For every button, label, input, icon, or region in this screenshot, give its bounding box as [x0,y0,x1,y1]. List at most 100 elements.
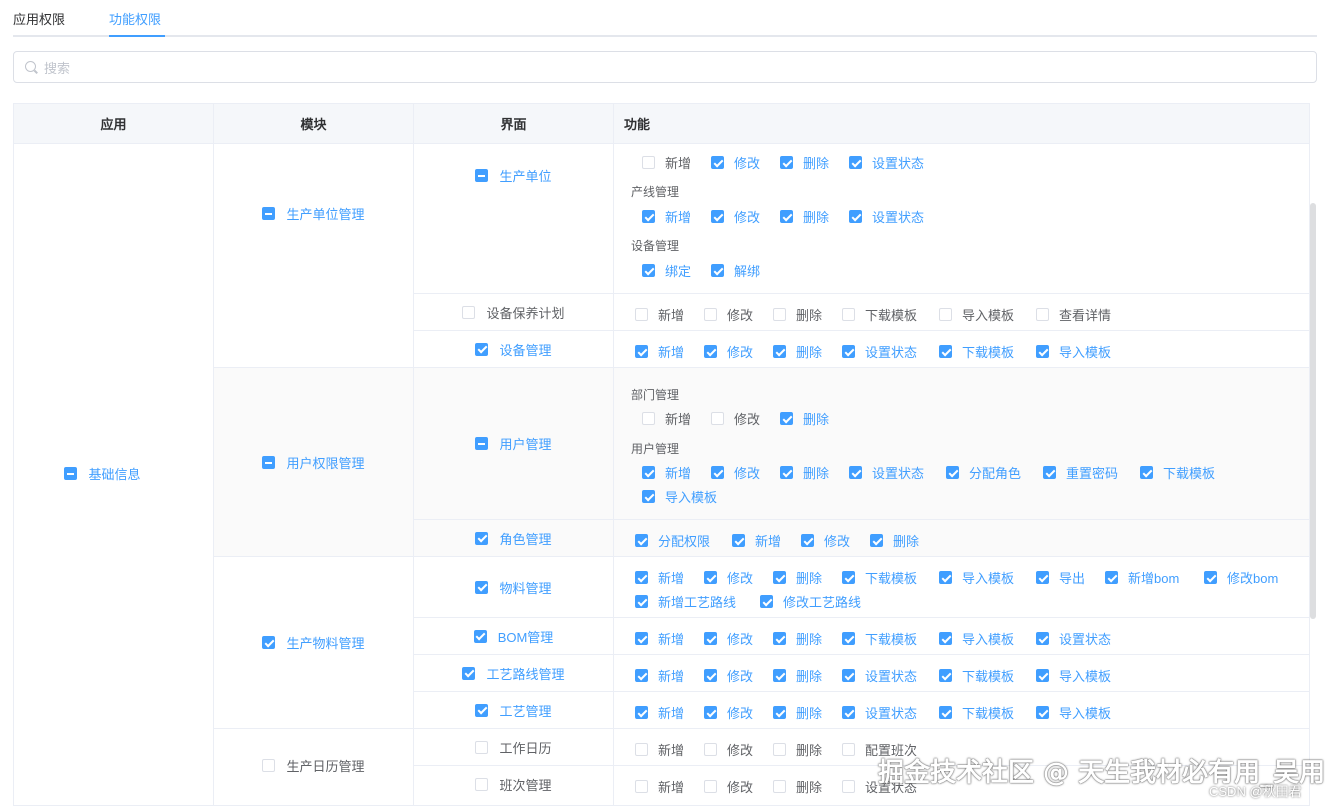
view-node[interactable]: 工作日历 [475,738,552,757]
view-checkbox[interactable] [475,703,489,717]
view-checkbox[interactable] [475,437,489,450]
function-checkbox[interactable] [773,632,786,645]
function-checkbox[interactable] [773,571,786,584]
function-item[interactable]: 分配角色 [946,463,1021,482]
function-item[interactable]: 导入模板 [939,629,1014,648]
search-input[interactable] [44,58,1304,78]
function-item[interactable]: 下载模板 [842,305,917,324]
function-item[interactable]: 导入模板 [939,568,1014,587]
function-checkbox[interactable] [849,210,862,223]
function-checkbox[interactable] [642,466,655,479]
function-checkbox[interactable] [1140,466,1153,479]
view-node[interactable]: 物料管理 [475,578,552,597]
function-checkbox[interactable] [1036,632,1049,645]
view-node[interactable]: 班次管理 [475,775,552,794]
function-checkbox[interactable] [939,571,952,584]
function-item[interactable]: 新增 [635,629,684,648]
function-item[interactable]: 修改 [704,629,753,648]
function-checkbox[interactable] [704,706,717,719]
module-checkbox[interactable] [262,455,276,469]
function-checkbox[interactable] [870,534,883,547]
function-item[interactable]: 新增 [635,666,684,685]
module-node[interactable]: 生产物料管理 [262,633,365,652]
function-checkbox[interactable] [780,156,793,169]
function-item[interactable]: 修改 [711,207,760,226]
function-item[interactable]: 删除 [780,409,829,428]
function-item[interactable]: 新增 [732,531,781,550]
function-checkbox[interactable] [635,669,648,682]
app-checkbox[interactable] [64,467,78,480]
function-item[interactable]: 下载模板 [939,703,1014,722]
function-checkbox[interactable] [635,345,648,358]
function-item[interactable]: 删除 [773,666,822,685]
view-node[interactable]: BOM管理 [473,627,553,646]
function-checkbox[interactable] [939,669,952,682]
view-checkbox[interactable] [475,580,489,594]
view-checkbox[interactable] [462,666,476,680]
tab-function-permission[interactable]: 功能权限 [109,9,161,28]
function-checkbox[interactable] [760,595,773,608]
function-checkbox[interactable] [849,466,862,479]
function-item[interactable]: 新增 [635,568,684,587]
function-item[interactable]: 修改 [704,740,753,759]
view-node[interactable]: 设备保养计划 [462,303,565,322]
function-checkbox[interactable] [773,780,786,793]
function-item[interactable]: 删除 [773,629,822,648]
function-checkbox[interactable] [773,308,786,321]
function-checkbox[interactable] [849,156,862,169]
function-item[interactable]: 修改 [711,409,760,428]
function-item[interactable]: 删除 [870,531,919,550]
view-node[interactable]: 用户管理 [475,434,552,453]
function-checkbox[interactable] [1036,669,1049,682]
function-checkbox[interactable] [773,743,786,756]
function-item[interactable]: 新增 [635,305,684,324]
function-item[interactable]: 新增 [642,153,691,172]
function-item[interactable]: 删除 [780,207,829,226]
function-item[interactable]: 删除 [773,703,822,722]
vertical-scrollbar[interactable] [1310,203,1316,619]
function-checkbox[interactable] [1036,345,1049,358]
function-checkbox[interactable] [939,706,952,719]
view-node[interactable]: 工艺路线管理 [462,664,565,683]
view-node[interactable]: 生产单位 [475,166,552,185]
function-checkbox[interactable] [842,345,855,358]
function-item[interactable]: 删除 [773,740,822,759]
function-item[interactable]: 修改 [704,666,753,685]
function-item[interactable]: 设置状态 [1036,629,1111,648]
function-checkbox[interactable] [642,156,655,169]
function-item[interactable]: 下载模板 [842,568,917,587]
function-item[interactable]: 解绑 [711,261,760,280]
function-item[interactable]: 下载模板 [1140,463,1215,482]
function-checkbox[interactable] [939,632,952,645]
function-item[interactable]: 设置状态 [842,666,917,685]
function-checkbox[interactable] [773,669,786,682]
function-checkbox[interactable] [939,308,952,321]
function-item[interactable]: 新增bom [1105,568,1179,587]
function-checkbox[interactable] [642,264,655,277]
function-item[interactable]: 删除 [773,305,822,324]
function-checkbox[interactable] [780,466,793,479]
function-checkbox[interactable] [642,210,655,223]
view-checkbox[interactable] [462,305,476,319]
function-item[interactable]: 查看详情 [1036,305,1111,324]
function-item[interactable]: 删除 [773,568,822,587]
module-node[interactable]: 用户权限管理 [262,453,365,472]
function-item[interactable]: 新增 [635,342,684,361]
function-checkbox[interactable] [732,534,745,547]
function-checkbox[interactable] [1043,466,1056,479]
function-checkbox[interactable] [704,669,717,682]
function-checkbox[interactable] [842,780,855,793]
function-item[interactable]: 设置状态 [849,463,924,482]
function-item[interactable]: 修改 [704,568,753,587]
function-checkbox[interactable] [801,534,814,547]
app-node[interactable]: 基础信息 [64,464,141,483]
function-checkbox[interactable] [635,534,648,547]
function-checkbox[interactable] [711,412,724,425]
function-item[interactable]: 新增 [635,703,684,722]
function-checkbox[interactable] [635,571,648,584]
function-item[interactable]: 绑定 [642,261,691,280]
function-checkbox[interactable] [704,632,717,645]
function-checkbox[interactable] [635,595,648,608]
function-checkbox[interactable] [704,308,717,321]
function-checkbox[interactable] [773,706,786,719]
